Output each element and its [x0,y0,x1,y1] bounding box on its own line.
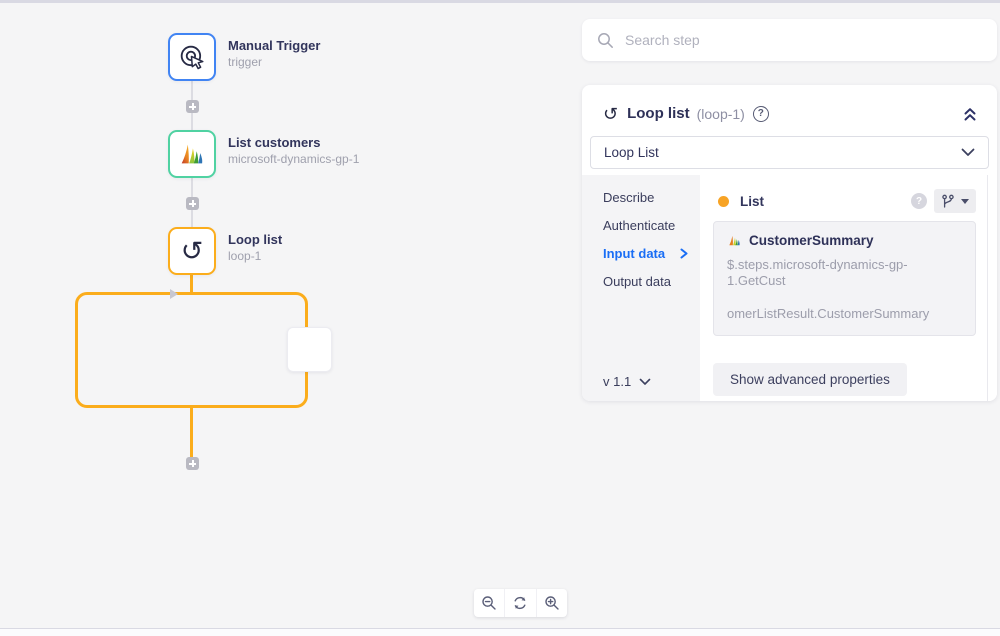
node-title: List customers [228,134,359,151]
canvas-zoom-toolbar [474,589,567,617]
add-step-button[interactable] [186,100,199,113]
tab-describe[interactable]: Describe [603,189,688,206]
step-search-bar [582,19,997,61]
panel-scroll-gutter [988,175,997,401]
jsonpath-line: $.steps.microsoft-dynamics-gp-1.GetCust [727,257,962,289]
jsonpath-line: omerListResult.CustomerSummary [727,306,962,322]
tab-input-data[interactable]: Input data [603,245,688,262]
node-manual-trigger[interactable]: Manual Trigger trigger [168,33,320,81]
chevron-down-icon [961,148,975,157]
jsonpath-value-title: CustomerSummary [749,233,874,248]
manual-trigger-icon [178,43,206,71]
search-input[interactable] [625,32,982,48]
node-title: Loop list [228,231,282,248]
field-help-icon[interactable]: ? [911,193,927,209]
caret-down-icon [961,199,969,204]
field-row-list: List ? [718,189,976,213]
loop-step-slot[interactable] [287,327,332,372]
panel-body: Describe Authenticate Input data Output … [582,175,997,401]
node-box[interactable] [168,33,216,81]
operation-selected-value: Loop List [604,145,659,160]
add-step-button[interactable] [186,457,199,470]
version-selector[interactable]: v 1.1 [603,374,651,389]
chevron-right-icon [680,248,688,259]
field-label: List [740,194,764,209]
window-bottom-border [0,628,1000,636]
tab-label: Input data [603,245,665,262]
jsonpath-mode-button[interactable] [934,189,976,213]
loop-direction-arrow-icon [170,289,178,299]
node-title: Manual Trigger [228,37,320,54]
tab-label: Describe [603,189,654,206]
operation-dropdown[interactable]: Loop List [590,136,989,169]
zoom-out-button[interactable] [474,589,504,617]
add-step-button[interactable] [186,197,199,210]
node-subtitle: microsoft-dynamics-gp-1 [228,151,359,167]
loop-icon: ↺ [181,238,204,265]
zoom-in-icon [544,595,560,611]
zoom-out-icon [481,595,497,611]
search-icon [597,32,614,49]
microsoft-dynamics-icon [177,139,207,169]
collapse-panel-button[interactable] [961,106,979,122]
microsoft-dynamics-icon [727,233,742,248]
tab-output-data[interactable]: Output data [603,273,688,290]
tab-label: Authenticate [603,217,675,234]
input-data-content: List ? [700,175,988,401]
node-list-customers[interactable]: List customers microsoft-dynamics-gp-1 [168,130,359,178]
node-subtitle: trigger [228,54,320,70]
panel-title: Loop list [627,105,690,122]
chevron-down-icon [639,378,651,386]
node-box[interactable] [168,130,216,178]
branch-icon [941,194,955,208]
panel-step-id: (loop-1) [697,106,745,122]
loop-body-outline [75,292,308,408]
node-loop-list[interactable]: ↺ Loop list loop-1 [168,227,282,275]
node-subtitle: loop-1 [228,248,282,264]
panel-header: ↺ Loop list (loop-1) ? [582,85,997,133]
zoom-reset-button[interactable] [504,589,535,617]
step-properties-panel: ↺ Loop list (loop-1) ? Loop List Describ… [582,85,997,401]
panel-menu: Describe Authenticate Input data Output … [582,175,700,401]
show-advanced-properties-button[interactable]: Show advanced properties [713,363,907,396]
node-box[interactable]: ↺ [168,227,216,275]
jsonpath-value-chip[interactable]: CustomerSummary $.steps.microsoft-dynami… [713,221,976,336]
required-field-dot [718,196,729,207]
help-icon[interactable]: ? [753,106,769,122]
loop-icon: ↺ [603,105,618,123]
tab-authenticate[interactable]: Authenticate [603,217,688,234]
loop-connector-line [190,406,193,460]
double-chevron-up-icon [961,106,979,122]
zoom-in-button[interactable] [536,589,567,617]
version-label: v 1.1 [603,374,631,389]
zoom-reset-icon [512,595,528,611]
tab-label: Output data [603,273,671,290]
